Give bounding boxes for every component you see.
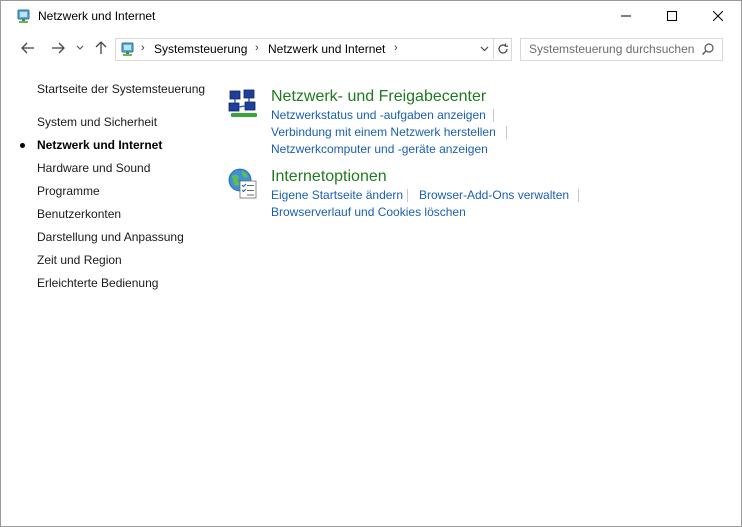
link-netzwerkstatus[interactable]: Netzwerkstatus und -aufgaben anzeigen [271,108,486,122]
section-title-internet-options[interactable]: Internetoptionen [271,168,387,186]
sidebar-item-netzwerk-und-internet[interactable]: Netzwerk und Internet [37,138,162,152]
sidebar-home-link[interactable]: Startseite der Systemsteuerung [37,82,205,96]
link-startseite-aendern[interactable]: Eigene Startseite ändern [271,188,403,202]
sidebar-item-zeit-und-region[interactable]: Zeit und Region [37,253,122,267]
chevron-right-icon[interactable]: › [141,42,145,54]
sidebar-item-benutzerkonten[interactable]: Benutzerkonten [37,207,121,221]
link-browserverlauf-loeschen[interactable]: Browserverlauf und Cookies löschen [271,205,466,219]
link-verbindung-herstellen[interactable]: Verbindung mit einem Netzwerk herstellen [271,125,496,139]
chevron-down-icon [480,46,488,52]
breadcrumb-systemsteuerung[interactable]: Systemsteuerung [154,42,247,56]
arrow-right-icon [52,42,65,54]
arrow-left-icon [21,42,34,54]
sidebar-item-erleichterte-bedienung[interactable]: Erleichterte Bedienung [37,276,158,290]
sidebar-item-hardware-und-sound[interactable]: Hardware und Sound [37,161,150,175]
chevron-right-icon[interactable]: › [394,42,398,54]
minimize-icon [621,15,631,17]
active-bullet [20,143,25,148]
back-button[interactable] [17,37,39,59]
network-sharing-center-icon[interactable] [227,87,261,121]
link-netzwerkcomputer-anzeigen[interactable]: Netzwerkcomputer und -geräte anzeigen [271,142,488,156]
control-panel-window: Netzwerk und Internet › Systemsteuerung … [0,0,742,527]
link-browser-addons-verwalten[interactable]: Browser-Add-Ons verwalten [419,188,569,202]
maximize-icon [667,11,677,21]
search-input[interactable]: Systemsteuerung durchsuchen [520,38,723,61]
close-button[interactable] [695,1,741,31]
control-panel-icon [120,41,136,57]
link-separator [407,189,408,202]
search-icon[interactable] [701,42,715,56]
sidebar: Startseite der Systemsteuerung System un… [1,67,216,467]
breadcrumb-netzwerk-und-internet[interactable]: Netzwerk und Internet [268,42,385,56]
close-icon [713,11,723,21]
forward-button[interactable] [47,37,69,59]
title-bar[interactable]: Netzwerk und Internet [1,1,741,31]
link-separator [493,109,494,122]
refresh-button[interactable] [493,39,512,59]
chevron-down-icon [76,45,84,50]
section-title-network-sharing-center[interactable]: Netzwerk- und Freigabecenter [271,88,486,106]
sidebar-item-darstellung-und-anpassung[interactable]: Darstellung und Anpassung [37,230,184,244]
refresh-icon [498,43,508,54]
recent-locations-button[interactable] [71,37,89,59]
minimize-button[interactable] [603,1,649,31]
link-separator [506,126,507,139]
navigation-bar: › Systemsteuerung › Netzwerk und Interne… [1,31,741,67]
sidebar-item-programme[interactable]: Programme [37,184,100,198]
control-panel-icon [16,8,32,24]
link-separator [578,189,579,202]
up-button[interactable] [90,37,112,59]
chevron-right-icon[interactable]: › [255,42,259,54]
maximize-button[interactable] [649,1,695,31]
address-dropdown-button[interactable] [476,40,492,58]
sidebar-item-system-und-sicherheit[interactable]: System und Sicherheit [37,115,157,129]
window-title: Netzwerk und Internet [38,9,156,23]
internet-options-icon[interactable] [227,167,261,201]
arrow-up-icon [95,41,107,54]
search-placeholder: Systemsteuerung durchsuchen [529,42,695,56]
address-bar[interactable]: › Systemsteuerung › Netzwerk und Interne… [115,38,512,61]
